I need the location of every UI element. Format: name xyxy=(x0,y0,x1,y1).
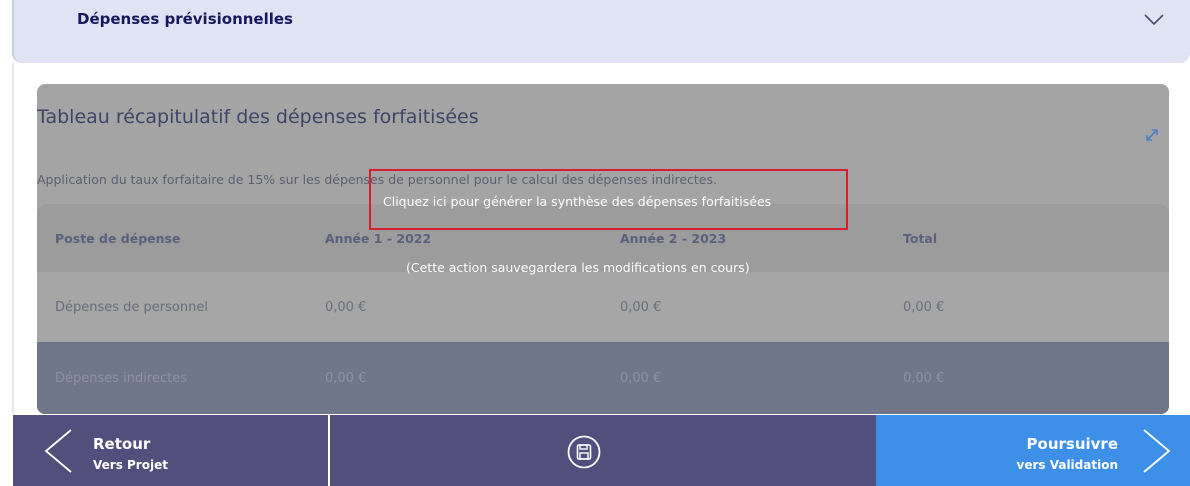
table-cell: 0,00 € xyxy=(325,370,367,386)
highlight-box xyxy=(369,169,848,230)
back-button-label: Retour xyxy=(93,435,151,453)
summary-table: Poste de dépense Année 1 - 2022 Année 2 … xyxy=(37,204,1169,414)
back-button[interactable]: Retour Vers Projet xyxy=(13,415,329,486)
table-cell: 0,00 € xyxy=(620,299,662,315)
save-notice: (Cette action sauvegardera les modificat… xyxy=(406,260,750,275)
table-cell: Dépenses indirectes xyxy=(55,370,187,386)
save-button[interactable] xyxy=(330,415,876,486)
accordion-header[interactable]: Dépenses prévisionnelles xyxy=(12,0,1190,63)
table-row: Dépenses de personnel 0,00 € 0,00 € 0,00… xyxy=(37,272,1169,342)
next-button-label: Poursuivre xyxy=(1026,435,1118,453)
page: Dépenses prévisionnelles Tableau récapit… xyxy=(0,0,1190,486)
chevron-down-icon[interactable] xyxy=(1144,14,1164,26)
accordion-title: Dépenses prévisionnelles xyxy=(77,10,293,28)
card-title: Tableau récapitulatif des dépenses forfa… xyxy=(37,106,479,128)
table-row: Dépenses indirectes 0,00 € 0,00 € 0,00 € xyxy=(37,342,1169,414)
save-icon xyxy=(567,435,601,469)
next-button-sublabel: vers Validation xyxy=(1016,458,1118,472)
left-divider xyxy=(12,63,14,413)
chevron-right-icon xyxy=(1143,429,1171,473)
table-cell: 0,00 € xyxy=(620,370,662,386)
back-button-sublabel: Vers Projet xyxy=(93,458,168,472)
table-cell: Dépenses de personnel xyxy=(55,299,208,315)
table-cell: 0,00 € xyxy=(325,299,367,315)
table-cell: 0,00 € xyxy=(903,370,945,386)
column-header: Poste de dépense xyxy=(55,230,181,246)
chevron-left-icon xyxy=(44,429,72,473)
table-cell: 0,00 € xyxy=(903,299,945,315)
expand-icon[interactable] xyxy=(1145,128,1159,142)
summary-card: Tableau récapitulatif des dépenses forfa… xyxy=(37,84,1169,414)
next-button[interactable]: Poursuivre vers Validation xyxy=(876,415,1190,486)
column-header: Total xyxy=(903,230,938,246)
footer-nav: Retour Vers Projet Poursuivre vers Valid… xyxy=(13,415,1190,486)
